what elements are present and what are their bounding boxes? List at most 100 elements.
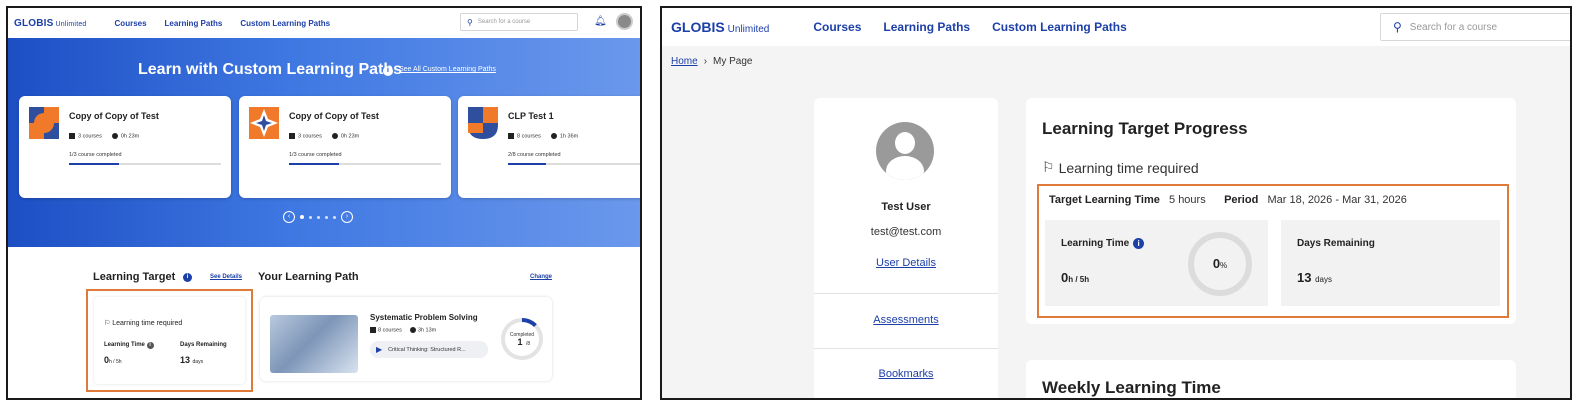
course-title: Systematic Problem Solving — [370, 313, 478, 322]
ltp-title: Learning Target Progress — [1042, 119, 1248, 138]
learning-time-label: Learning Time i — [1061, 238, 1145, 249]
carousel-dot[interactable] — [333, 215, 336, 219]
highlight-box: Target Learning Time 5 hours Period Mar … — [1037, 184, 1509, 318]
completion-text: 1/3 course completed — [289, 152, 342, 158]
avatar — [876, 122, 934, 180]
search-placeholder: Search for a course — [1409, 21, 1498, 33]
bookmarks-link[interactable]: Bookmarks — [814, 368, 998, 380]
info-icon: i — [146, 342, 154, 349]
logo[interactable]: GLOBIS Unlimited — [14, 18, 87, 29]
progress-ring: 0% — [1188, 232, 1252, 296]
path-thumbnail-icon — [249, 107, 279, 139]
learning-time-required: ⚐ Learning time required — [1042, 159, 1199, 176]
progress-bar — [289, 163, 441, 165]
hero-title: Learn with Custom Learning Paths — [138, 61, 403, 78]
search-input[interactable]: ⚲ Search for a course — [1380, 13, 1570, 41]
right-screenshot: GLOBIS Unlimited Courses Learning Paths C… — [660, 6, 1572, 400]
carousel-dot[interactable] — [325, 215, 328, 219]
resume-course-button[interactable]: ▶ Critical Thinking: Structured R... — [370, 341, 488, 358]
learning-time-value: 0h / 5h — [1061, 270, 1090, 285]
info-icon[interactable]: i — [383, 66, 393, 76]
change-link[interactable]: Change — [530, 274, 552, 280]
learning-time-required: ⚐ Learning time required — [104, 320, 183, 327]
chevron-right-icon[interactable]: › — [341, 211, 353, 223]
progress-percent: 0% — [1212, 256, 1228, 271]
weekly-title: Weekly Learning Time — [1042, 378, 1221, 397]
breadcrumb: Home › My Page — [671, 56, 753, 67]
search-placeholder: Search for a course — [477, 19, 531, 25]
days-remaining-tile: Days Remaining 13 days — [1281, 220, 1500, 306]
assessments-link[interactable]: Assessments — [814, 314, 998, 326]
chevron-left-icon[interactable]: ‹ — [283, 211, 295, 223]
path-thumbnail-icon — [29, 107, 59, 139]
breadcrumb-current: My Page — [713, 56, 753, 67]
breadcrumb-separator: › — [703, 56, 708, 67]
completed-total: /8 — [526, 341, 530, 347]
user-details-link[interactable]: User Details — [814, 257, 998, 269]
completion-text: 2/8 course completed — [508, 152, 561, 158]
learning-path-card[interactable]: Systematic Problem Solving 8 courses 3h 1… — [260, 297, 552, 381]
completed-value: 1 — [517, 337, 522, 347]
breadcrumb-home[interactable]: Home — [671, 56, 698, 67]
highlight-box: ⚐ Learning time required Learning Time i… — [86, 289, 253, 392]
learning-time-tile: Learning Time i 0h / 5h 0% — [1045, 220, 1268, 306]
duration: 0h 23m — [111, 133, 139, 139]
duration: 3h 13m — [409, 327, 436, 333]
your-learning-path-title: Your Learning Path — [258, 271, 359, 283]
nav-learning-paths[interactable]: Learning Paths — [883, 20, 970, 34]
profile-card: Test User test@test.com User Details Ass… — [814, 98, 998, 398]
days-remaining-value: 13 days — [1297, 270, 1332, 285]
flag-icon: ⚐ — [104, 320, 111, 327]
course-image — [270, 315, 358, 373]
bell-icon[interactable]: 🔔︎ — [594, 16, 607, 27]
days-remaining-label: Days Remaining — [1297, 238, 1375, 249]
nav-learning-paths[interactable]: Learning Paths — [165, 19, 223, 28]
days-remaining-label: Days Remaining — [180, 342, 227, 348]
top-nav: GLOBIS Unlimited Courses Learning Paths C… — [662, 8, 1570, 46]
course-count: 3 courses — [289, 133, 322, 139]
progress-bar — [69, 163, 221, 165]
logo[interactable]: GLOBIS Unlimited — [671, 19, 769, 35]
nav-custom-learning-paths[interactable]: Custom Learning Paths — [240, 19, 330, 28]
learning-time-label: Learning Time i — [104, 342, 154, 349]
carousel-dot[interactable] — [309, 215, 312, 219]
path-card[interactable]: Copy of Copy of Test 3 courses 0h 23m 1/3… — [239, 96, 451, 198]
nav-courses[interactable]: Courses — [115, 19, 147, 28]
target-row: Target Learning Time 5 hours Period Mar … — [1049, 194, 1407, 206]
nav-courses[interactable]: Courses — [813, 20, 861, 34]
learning-target-card: ⚐ Learning time required Learning Time i… — [94, 297, 245, 384]
duration: 1h 36m — [550, 133, 578, 139]
search-input[interactable]: ⚲ Search for a course — [460, 13, 578, 31]
card-title: CLP Test 1 — [508, 111, 554, 121]
path-card[interactable]: CLP Test 1 8 courses 1h 36m 2/8 course co… — [458, 96, 640, 198]
course-count: 8 courses — [508, 133, 541, 139]
path-card[interactable]: Copy of Copy of Test 3 courses 0h 23m 1/3… — [19, 96, 231, 198]
avatar[interactable] — [616, 13, 633, 30]
completion-ring: Completed 1 /8 — [501, 318, 543, 360]
see-all-link[interactable]: See All Custom Learning Paths — [399, 66, 496, 73]
carousel-controls: ‹ › — [283, 211, 353, 223]
info-icon[interactable]: i — [1133, 238, 1145, 249]
search-icon: ⚲ — [467, 17, 473, 27]
user-email: test@test.com — [870, 226, 942, 238]
duration: 0h 23m — [331, 133, 359, 139]
path-thumbnail-icon — [468, 107, 498, 139]
progress-bar — [508, 163, 640, 165]
info-icon[interactable]: i — [183, 273, 192, 282]
page-body: Home › My Page Test User test@test.com U… — [662, 46, 1570, 398]
course-count: 3 courses — [69, 133, 102, 139]
custom-learning-paths-hero: Learn with Custom Learning Paths i See A… — [8, 38, 640, 247]
left-screenshot: GLOBIS Unlimited Courses Learning Paths C… — [6, 6, 642, 400]
flag-icon: ⚐ — [1042, 159, 1055, 175]
top-nav: GLOBIS Unlimited Courses Learning Paths C… — [8, 8, 640, 38]
learning-target-title: Learning Target — [93, 271, 176, 283]
weekly-learning-time-card: Weekly Learning Time — [1026, 360, 1516, 398]
carousel-dot[interactable] — [300, 215, 304, 219]
divider — [814, 348, 998, 349]
search-icon: ⚲ — [1393, 20, 1402, 34]
see-details-link[interactable]: See Details — [210, 274, 242, 280]
nav-custom-learning-paths[interactable]: Custom Learning Paths — [992, 20, 1127, 34]
completion-text: 1/3 course completed — [69, 152, 122, 158]
carousel-dot[interactable] — [317, 215, 320, 219]
learning-target-progress-card: Learning Target Progress ⚐ Learning time … — [1026, 98, 1516, 324]
